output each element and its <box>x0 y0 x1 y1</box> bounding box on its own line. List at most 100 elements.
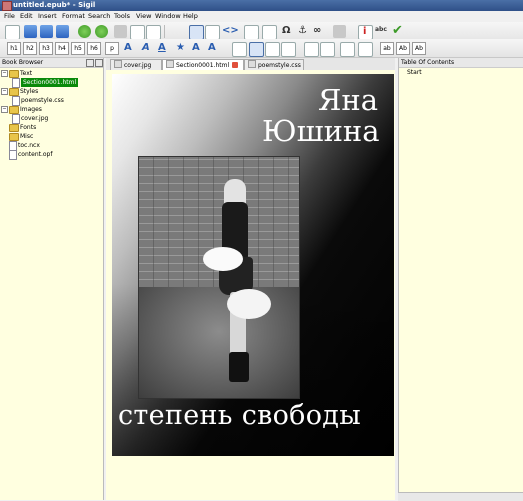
align-right-icon[interactable] <box>265 42 280 57</box>
menu-file[interactable]: File <box>4 11 15 22</box>
heading-4-button[interactable]: h4 <box>55 42 69 55</box>
feather-fan-lower <box>227 289 271 319</box>
cover-book-title: степень свободы <box>118 400 361 431</box>
tree-file-cover[interactable]: cover.jpg <box>0 114 103 124</box>
tree-folder-images[interactable]: − Images <box>0 105 103 114</box>
lowercase-button[interactable]: ab <box>380 42 394 55</box>
image-file-icon <box>114 60 122 68</box>
tree-file-content-opf[interactable]: content.opf <box>0 150 103 160</box>
validate-check-icon[interactable]: ✔ <box>392 24 403 37</box>
toolbar-separator <box>164 25 165 38</box>
italic-icon[interactable]: A <box>142 41 150 54</box>
capitalize-button[interactable]: Ab <box>412 42 426 55</box>
numbered-list-icon[interactable] <box>320 42 335 57</box>
tab-label: Section0001.html <box>176 62 230 69</box>
collapse-icon[interactable]: − <box>1 88 8 95</box>
titlecase-button[interactable]: Ab <box>396 42 410 55</box>
tree-file-poemstyle[interactable]: poemstyle.css <box>0 96 103 106</box>
panel-float-icon[interactable] <box>86 59 94 67</box>
tab-close-icon[interactable] <box>232 62 239 68</box>
tab-label: poemstyle.css <box>258 62 301 69</box>
strikethrough-icon[interactable]: ★ <box>176 41 185 54</box>
spellcheck-icon[interactable]: abc <box>375 23 387 36</box>
tree-label: Images <box>20 106 42 113</box>
toc-title: Table Of Contents <box>401 59 455 66</box>
align-left-icon[interactable] <box>232 42 247 57</box>
menu-bar: File Edit Insert Format Search Tools Vie… <box>0 11 523 22</box>
folder-icon <box>9 106 19 114</box>
tab-section0001[interactable]: Section0001.html <box>162 59 244 70</box>
tree-label: content.opf <box>18 151 53 158</box>
collapse-icon[interactable]: − <box>1 70 8 77</box>
tree-file-section0001[interactable]: Section0001.html <box>0 78 103 88</box>
decrease-indent-icon[interactable] <box>340 42 355 57</box>
cover-author-last-name: Юшина <box>262 114 380 148</box>
tree-folder-fonts[interactable]: Fonts <box>0 123 103 132</box>
book-cover: Яна Юшина степень свободы <box>112 74 394 456</box>
open-folder-icon[interactable] <box>24 25 37 38</box>
folder-icon <box>9 124 19 132</box>
increase-indent-icon[interactable] <box>358 42 373 57</box>
heading-1-button[interactable]: h1 <box>7 42 21 55</box>
insert-id-icon[interactable]: ⚓ <box>298 24 307 37</box>
collapse-icon[interactable]: − <box>1 106 8 113</box>
code-view-icon[interactable]: <> <box>222 24 239 37</box>
panel-close-icon[interactable] <box>95 59 103 67</box>
menu-tools[interactable]: Tools <box>114 11 130 22</box>
copy-icon[interactable] <box>130 25 145 40</box>
split-view-icon[interactable] <box>205 25 220 40</box>
tree-label: poemstyle.css <box>21 97 64 104</box>
tree-folder-misc[interactable]: Misc <box>0 132 103 141</box>
tree-folder-styles[interactable]: − Styles <box>0 87 103 96</box>
menu-format[interactable]: Format <box>62 11 85 22</box>
book-browser-panel: Book Browser − Text Section0001.html − S… <box>0 58 104 500</box>
underline-icon[interactable]: A <box>158 41 166 54</box>
insert-image-icon[interactable] <box>244 25 259 40</box>
split-chapter-icon[interactable] <box>262 25 277 40</box>
subscript-icon[interactable]: A <box>208 41 216 54</box>
add-file-icon[interactable] <box>40 25 53 38</box>
bold-icon[interactable]: A <box>124 41 132 54</box>
undo-icon[interactable] <box>78 25 91 38</box>
paste-icon[interactable] <box>146 25 161 40</box>
cover-author-first-name: Яна <box>318 83 379 117</box>
menu-search[interactable]: Search <box>88 11 110 22</box>
window-title: untitled.epub* - Sigil <box>13 1 96 9</box>
folder-icon <box>9 88 19 96</box>
heading-6-button[interactable]: h6 <box>87 42 101 55</box>
tree-label: Styles <box>20 88 39 95</box>
align-justify-icon[interactable] <box>281 42 296 57</box>
toc-item-start[interactable]: Start <box>407 69 422 77</box>
menu-insert[interactable]: Insert <box>38 11 57 22</box>
superscript-icon[interactable]: A <box>192 41 200 54</box>
book-view-icon[interactable] <box>189 25 204 40</box>
metadata-editor-icon[interactable]: i <box>358 25 373 40</box>
tab-cover-jpg[interactable]: cover.jpg <box>110 59 162 70</box>
feather-fan-upper <box>203 247 243 271</box>
heading-5-button[interactable]: h5 <box>71 42 85 55</box>
align-center-icon[interactable] <box>249 42 264 57</box>
paragraph-button[interactable]: p <box>105 42 119 55</box>
cut-icon[interactable] <box>114 25 127 38</box>
heading-3-button[interactable]: h3 <box>39 42 53 55</box>
save-icon[interactable] <box>56 25 69 38</box>
new-file-icon[interactable] <box>5 25 20 40</box>
insert-link-icon[interactable]: ∞ <box>313 24 321 37</box>
menu-view[interactable]: View <box>136 11 151 22</box>
heading-2-button[interactable]: h2 <box>23 42 37 55</box>
format-toolbar: h1 h2 h3 h4 h5 h6 p A A A ★ A A ab Ab Ab <box>0 39 523 58</box>
book-browser-header: Book Browser <box>0 58 103 68</box>
menu-help[interactable]: Help <box>183 11 198 22</box>
insert-special-char-icon[interactable]: Ω <box>282 24 291 37</box>
menu-edit[interactable]: Edit <box>20 11 33 22</box>
sigil-app-icon <box>2 1 12 11</box>
back-icon[interactable] <box>333 25 346 38</box>
redo-icon[interactable] <box>95 25 108 38</box>
ground <box>139 287 299 398</box>
tab-poemstyle-css[interactable]: poemstyle.css <box>244 59 304 70</box>
tree-folder-text[interactable]: − Text <box>0 69 103 78</box>
menu-window[interactable]: Window <box>155 11 181 22</box>
tree-file-toc[interactable]: toc.ncx <box>0 141 103 151</box>
bullet-list-icon[interactable] <box>304 42 319 57</box>
html-file-icon <box>166 60 174 68</box>
